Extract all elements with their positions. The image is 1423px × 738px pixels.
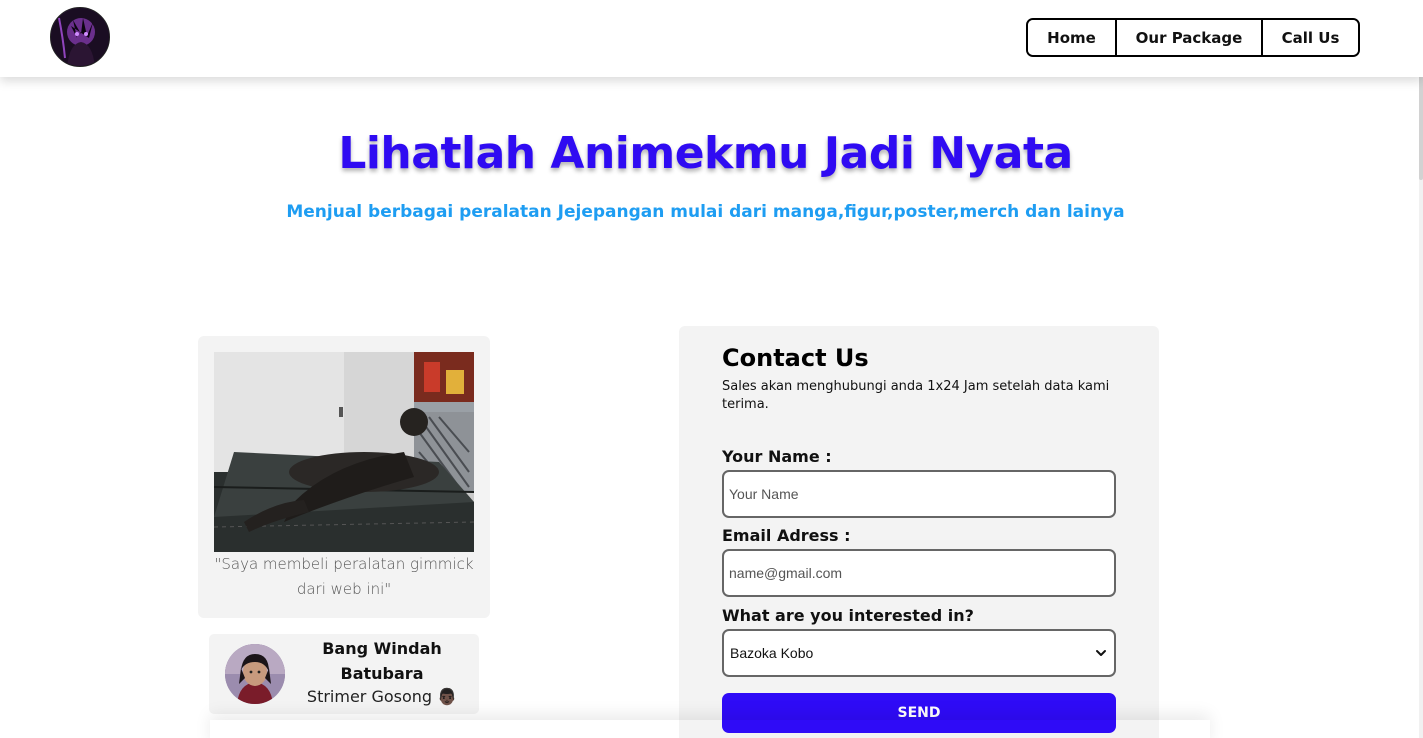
author-emoji-icon: 👨🏿 xyxy=(437,687,458,706)
contact-form-card: Contact Us Sales akan menghubungi anda 1… xyxy=(679,326,1159,738)
author-role: Strimer Gosong 👨🏿 xyxy=(301,687,463,706)
nav-home-link[interactable]: Home xyxy=(1028,20,1117,55)
name-input[interactable] xyxy=(722,470,1116,518)
hero-title: Lihatlah Animekmu Jadi Nyata xyxy=(338,128,1073,179)
nav-call-us-link[interactable]: Call Us xyxy=(1263,20,1358,55)
email-input[interactable] xyxy=(722,549,1116,597)
author-avatar xyxy=(225,644,285,704)
interest-select-value: Bazoka Kobo xyxy=(730,645,814,661)
chevron-down-icon xyxy=(1096,650,1106,656)
navbar: Home Our Package Call Us xyxy=(0,0,1423,77)
interest-select[interactable]: Bazoka Kobo xyxy=(722,629,1116,677)
testimonial-photo xyxy=(214,352,474,552)
page-scrollbar[interactable] xyxy=(1419,0,1423,738)
contact-description: Sales akan menghubungi anda 1x24 Jam set… xyxy=(722,379,1110,412)
nav-menu: Home Our Package Call Us xyxy=(1026,18,1360,57)
name-field-label: Your Name : xyxy=(722,447,832,466)
logo-avatar-icon[interactable] xyxy=(50,7,110,67)
testimonial-quote: "Saya membeli peralatan gimmick dari web… xyxy=(214,555,474,598)
testimonial-author-card: Bang Windah Batubara Strimer Gosong 👨🏿 xyxy=(209,634,479,714)
footer-shadow xyxy=(210,720,1210,738)
testimonial-card: "Saya membeli peralatan gimmick dari web… xyxy=(198,336,490,618)
interest-field-label: What are you interested in? xyxy=(722,606,974,625)
author-name: Bang Windah Batubara xyxy=(322,639,442,683)
email-field-label: Email Adress : xyxy=(722,526,851,545)
author-role-text: Strimer Gosong xyxy=(306,687,433,706)
hero-subtitle: Menjual berbagai peralatan Jejepangan mu… xyxy=(286,202,1125,222)
nav-our-package-link[interactable]: Our Package xyxy=(1117,20,1263,55)
contact-title: Contact Us xyxy=(722,344,869,372)
